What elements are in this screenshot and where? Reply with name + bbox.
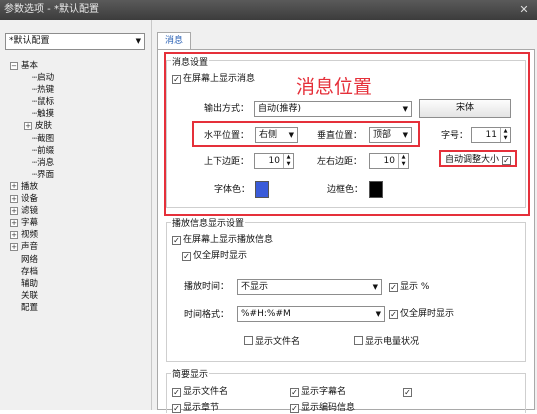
sidebar-tree-item[interactable]: ┄热键 [10,84,150,96]
sidebar-tree-item[interactable]: ┄触摸 [10,108,150,120]
expand-icon[interactable]: + [10,242,18,251]
show-percent-checkbox[interactable]: ✓ 显示 % [389,282,429,293]
playback-info-title: 播放信息显示设置 [171,216,246,229]
brief-display-title: 简要显示 [171,367,210,380]
sidebar-tree-label: 网络 [21,254,39,265]
sidebar-tree-label: 播放 [21,181,39,192]
sidebar-tree-item[interactable]: 关联 [10,290,150,302]
left-pane: *默认配置 ▼ − 基本 ┄启动 ┄热键 ┄鼠标 ┄触摸 + 皮肤 ┄截图 ┄前缀 ┄消息 ┄界面 + 播… [0,20,152,410]
sidebar-tree-label: 声音 [21,242,39,253]
sidebar-tree-label: 启动 [37,73,55,84]
sidebar-tree-item[interactable]: ┄鼠标 [10,96,150,108]
chevron-down-icon: ▼ [372,283,378,291]
sidebar-tree-item[interactable]: ┄前缀 [10,145,150,157]
settings-tree: − 基本 ┄启动 ┄热键 ┄鼠标 ┄触摸 + 皮肤 ┄截图 ┄前缀 ┄消息 ┄界面 + 播放 + 设备 + 滤镜 +… [10,60,150,314]
expand-icon[interactable]: + [10,194,18,203]
sidebar-tree-item[interactable]: ┄消息 [10,157,150,169]
play-time-select[interactable]: 不显示 ▼ [237,279,382,295]
sidebar-tree-label: 关联 [21,290,39,301]
expand-icon[interactable]: + [10,206,18,215]
sidebar-tree-item[interactable]: 存档 [10,266,150,278]
sidebar-tree-item[interactable]: + 皮肤 [10,120,150,132]
expand-icon[interactable]: + [10,218,18,227]
sidebar-tree-label: 基本 [21,61,39,71]
checkbox-checked-icon: ✓ [172,404,181,413]
sidebar-tree-label: 界面 [37,169,55,180]
time-format-label: 时间格式： [184,310,230,320]
tab-page: 消息设置 ✓ 在屏幕上显示消息 输出方式： 自动(推荐) ▼ 宋体 水平位置： 右… [157,49,535,413]
sidebar-tree-label: 鼠标 [37,97,55,108]
checkbox-checked-icon: ✓ [389,283,398,292]
checkbox-checked-icon: ✓ [172,236,181,245]
window-title: 参数选项 - *默认配置 [4,4,99,15]
tab-message[interactable]: 消息 [157,32,191,50]
checkbox-checked-icon: ✓ [389,310,398,319]
sidebar-tree-item[interactable]: ┄启动 [10,72,150,84]
sidebar-tree-item[interactable]: 配置 [10,302,150,314]
title-bar: 参数选项 - *默认配置 ✕ [0,0,537,20]
sidebar-tree-label: 视频 [21,230,39,241]
sidebar-tree-label: 设备 [21,194,39,205]
show-filename-checkbox[interactable]: 显示文件名 [244,336,300,348]
expand-icon[interactable]: + [24,121,32,130]
chevron-down-icon: ▼ [375,310,381,318]
sidebar-tree-label: 辅助 [21,278,39,289]
sidebar-tree-item[interactable]: + 声音 [10,241,150,253]
checkbox-checked-icon: ✓ [182,252,191,261]
checkbox-checked-icon: ✓ [403,388,412,397]
profile-dropdown[interactable]: *默认配置 ▼ [5,33,145,50]
sidebar-tree-item[interactable]: + 字幕 [10,217,150,229]
sidebar-tree-item[interactable]: + 视频 [10,229,150,241]
brief-show-subtitle-checkbox[interactable]: ✓ 显示字幕名 [290,387,346,398]
fullscreen-only2-checkbox[interactable]: ✓ 仅全屏时显示 [389,309,454,320]
sidebar-tree-item[interactable]: 网络 [10,254,150,266]
sidebar-tree-item[interactable]: ┄界面 [10,169,150,181]
sidebar-tree-item[interactable]: + 播放 [10,181,150,193]
checkbox-unchecked-icon [354,336,363,345]
checkbox-checked-icon: ✓ [290,388,299,397]
chevron-down-icon: ▼ [135,37,141,45]
profile-dropdown-value: *默认配置 [9,36,50,46]
sidebar-tree-label: 前缀 [37,145,55,156]
sidebar-tree-item[interactable]: + 设备 [10,193,150,205]
sidebar-tree-label: 配置 [21,302,39,313]
collapse-icon[interactable]: − [10,61,18,70]
sidebar-tree-item[interactable]: 辅助 [10,278,150,290]
sidebar-tree-label: 截图 [37,133,55,144]
sidebar-tree-label: 消息 [37,157,55,168]
checkbox-unchecked-icon [244,336,253,345]
play-time-label: 播放时间： [184,282,230,292]
close-icon[interactable]: ✕ [517,3,531,17]
show-playback-info-checkbox[interactable]: ✓ 在屏幕上显示播放信息 [172,235,273,246]
brief-show-chapter-checkbox[interactable]: ✓ 显示章节 [172,403,219,414]
sidebar-tree-item[interactable]: ┄截图 [10,133,150,145]
fullscreen-only-checkbox[interactable]: ✓ 仅全屏时显示 [182,251,247,262]
sidebar-tree-label: 字幕 [21,218,39,229]
show-battery-checkbox[interactable]: 显示电量状况 [354,336,419,348]
checkbox-checked-icon: ✓ [172,388,181,397]
checkbox-checked-icon: ✓ [290,404,299,413]
sidebar-tree-item[interactable]: − 基本 [10,60,150,72]
sidebar-tree-label: 滤镜 [21,206,39,217]
brief-extra-checkbox[interactable]: ✓ [403,387,414,398]
sidebar-tree-item[interactable]: + 滤镜 [10,205,150,217]
sidebar-tree-label: 触摸 [37,109,55,120]
right-pane: 消息 消息设置 ✓ 在屏幕上显示消息 输出方式： 自动(推荐) ▼ 宋体 水平位置… [152,20,537,413]
brief-show-codec-checkbox[interactable]: ✓ 显示编码信息 [290,403,355,414]
sidebar-tree-label: 热键 [37,85,55,96]
sidebar-tree-label: 皮肤 [35,121,53,132]
annotation-position-box [192,121,420,147]
expand-icon[interactable]: + [10,230,18,239]
expand-icon[interactable]: + [10,182,18,191]
time-format-input[interactable]: %#H:%#M ▼ [237,306,385,322]
annotation-autosize-box [439,150,517,167]
annotation-text: 消息位置 [296,76,373,98]
brief-show-filename-checkbox[interactable]: ✓ 显示文件名 [172,387,228,398]
sidebar-tree-label: 存档 [21,266,39,277]
